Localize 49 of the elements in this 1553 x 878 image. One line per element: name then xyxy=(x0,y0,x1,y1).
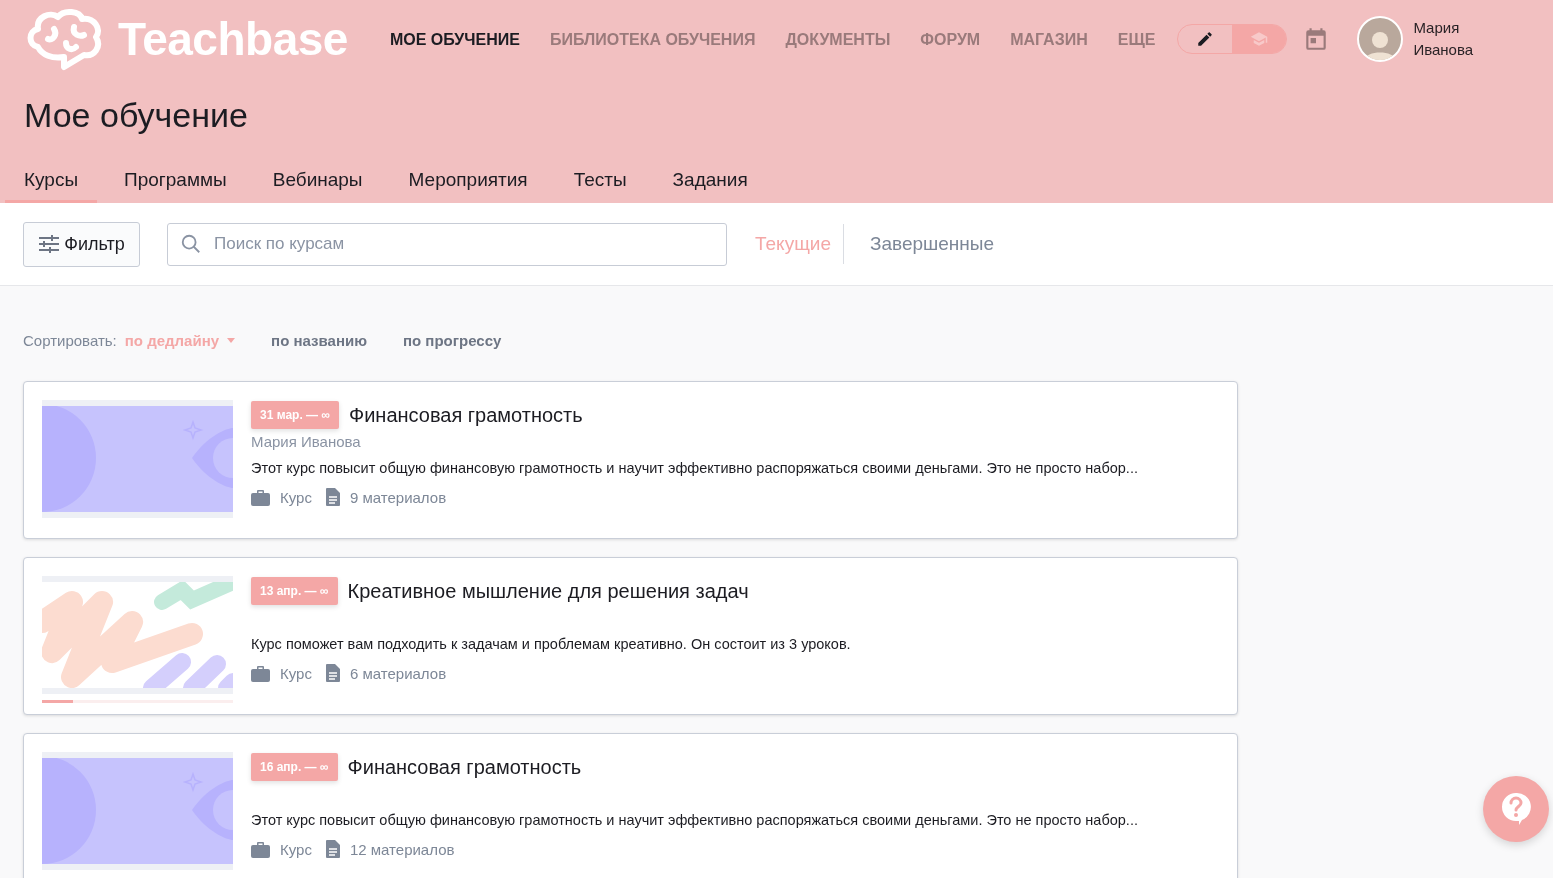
document-icon xyxy=(325,840,340,858)
course-title[interactable]: Финансовая грамотность xyxy=(348,403,583,427)
date-badge: 13 апр. — ∞ xyxy=(251,577,338,605)
materials-count: 6 материалов xyxy=(349,664,447,682)
caret-icon xyxy=(227,337,236,344)
course-type: Курс xyxy=(280,840,312,858)
status-tab[interactable]: Завершенные xyxy=(842,224,1007,264)
course-card[interactable]: 31 мар. — ∞ Финансовая грамотность Мария Иванова Этот курс повысит общую финансовую грамотность и научит эффективно распоряжаться своими деньгами. Это не просто набор... Курс 9 материалов xyxy=(23,381,1238,539)
tab[interactable]: Задания xyxy=(653,161,767,203)
search-field[interactable]: Поиск по курсам xyxy=(167,222,727,266)
sort-option[interactable]: по названию xyxy=(271,332,367,349)
user-name[interactable]: Мария Иванова xyxy=(1413,17,1484,61)
date-badge: 31 мар. — ∞ xyxy=(251,401,339,429)
course-title[interactable]: Финансовая грамотность xyxy=(347,755,582,779)
help-icon xyxy=(1501,792,1531,826)
filter-button[interactable]: Фильтр xyxy=(23,221,140,267)
page-title: Мое обучение xyxy=(24,96,249,135)
avatar[interactable] xyxy=(1357,16,1404,62)
materials-count: 9 материалов xyxy=(349,488,447,506)
sliders-icon xyxy=(38,234,61,254)
tab[interactable]: Программы xyxy=(105,161,246,203)
document-icon xyxy=(325,488,340,506)
nav-link[interactable]: МОЕ ОБУЧЕНИЕ xyxy=(389,31,520,49)
help-button[interactable] xyxy=(1483,776,1549,842)
materials-count: 12 материалов xyxy=(349,840,455,858)
sort-label: Сортировать: xyxy=(23,332,117,349)
course-description: Этот курс повысит общую финансовую грамотность и научит эффективно распоряжаться своими деньгами. Это не просто набор... xyxy=(251,812,1138,828)
pencil-icon xyxy=(1196,30,1215,48)
briefcase-icon xyxy=(251,488,270,506)
course-card[interactable]: 16 апр. — ∞ Финансовая грамотность Этот курс повысит общую финансовую грамотность и научит эффективно распоряжаться своими деньгами. Это не просто набор... Курс 12 материалов xyxy=(23,733,1238,878)
course-type: Курс xyxy=(280,488,312,506)
course-description: Этот курс повысит общую финансовую грамотность и научит эффективно распоряжаться своими деньгами. Это не просто набор... xyxy=(251,460,1138,476)
course-description: Курс поможет вам подходить к задачам и проблемам креативно. Он состоит из 3 уроков. xyxy=(251,636,851,652)
search-icon xyxy=(180,233,202,255)
course-type: Курс xyxy=(280,664,312,682)
sort-option[interactable]: по прогрессу xyxy=(402,332,502,349)
course-title[interactable]: Креативное мышление для решения задач xyxy=(347,579,749,603)
course-author: Мария Иванова xyxy=(251,433,362,452)
date-badge: 16 апр. — ∞ xyxy=(251,753,338,781)
search-input[interactable]: Поиск по курсам xyxy=(212,233,726,255)
course-card[interactable]: 13 апр. — ∞ Креативное мышление для решения задач Курс поможет вам подходить к задачам и проблемам креативно. Он состоит из 3 уроков. Курс 6 материалов xyxy=(23,557,1238,715)
tab[interactable]: Вебинары xyxy=(253,161,382,203)
document-icon xyxy=(325,664,340,682)
graduation-cap-icon xyxy=(1250,30,1269,48)
briefcase-icon xyxy=(251,664,270,682)
tab[interactable]: Тесты xyxy=(554,161,646,203)
tab[interactable]: Мероприятия xyxy=(389,161,547,203)
logo-text: Teachbase xyxy=(118,12,348,66)
briefcase-icon xyxy=(251,840,270,858)
